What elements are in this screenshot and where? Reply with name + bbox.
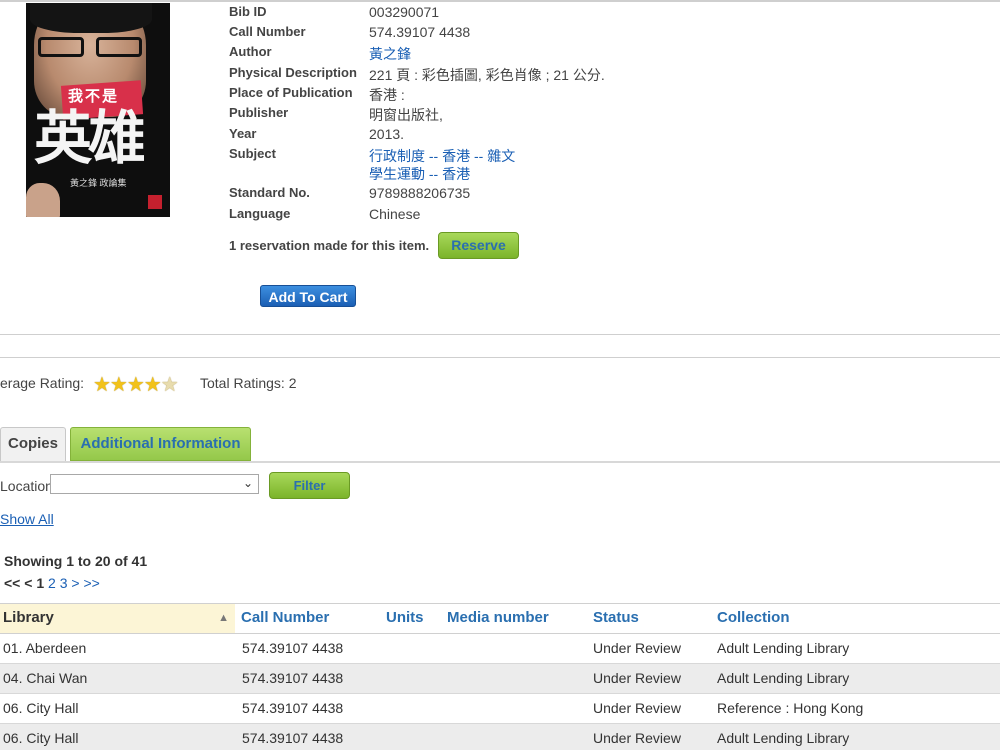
cell-collection: Adult Lending Library — [717, 670, 850, 686]
column-header-library[interactable]: Library ▲ — [0, 604, 235, 633]
results-count: Showing 1 to 20 of 41 — [4, 553, 148, 569]
cell-call-number: 574.39107 4438 — [242, 700, 344, 716]
cell-library: 01. Aberdeen — [3, 640, 87, 656]
field-value: 香港 : — [369, 87, 405, 103]
filter-button[interactable]: Filter — [269, 472, 350, 499]
pager-prev[interactable]: < — [24, 575, 32, 591]
cell-library: 04. Chai Wan — [3, 670, 88, 686]
cell-status: Under Review — [593, 670, 681, 686]
subject-link-1[interactable]: 行政制度 -- 香港 -- 雜文 — [369, 148, 515, 164]
subject-link-2[interactable]: 學生運動 -- 香港 — [369, 166, 470, 182]
field-label: Standard No. — [229, 185, 310, 200]
divider — [0, 334, 1000, 335]
location-label: Location — [0, 478, 53, 494]
field-value: Chinese — [369, 206, 421, 222]
cell-call-number: 574.39107 4438 — [242, 640, 344, 656]
total-ratings-text: Total Ratings: 2 — [200, 375, 297, 391]
pager-page-2[interactable]: 2 — [48, 575, 56, 591]
star-rating-icon: ★★★★★ — [93, 374, 179, 396]
cover-author-line: 黃之鋒 政論集 — [70, 178, 127, 188]
column-header-media-number[interactable]: Media number — [447, 604, 549, 633]
table-row: 06. City Hall 574.39107 4438 Under Revie… — [0, 694, 1000, 724]
chevron-down-icon: ⌄ — [242, 476, 253, 490]
top-divider — [0, 0, 1000, 2]
cell-library: 06. City Hall — [3, 700, 79, 716]
tab-additional-information[interactable]: Additional Information — [70, 427, 251, 461]
cell-status: Under Review — [593, 730, 681, 746]
table-row: 04. Chai Wan 574.39107 4438 Under Review… — [0, 664, 1000, 694]
pager-first[interactable]: << — [4, 575, 20, 591]
add-to-cart-button[interactable]: Add To Cart — [260, 285, 356, 307]
cell-collection: Adult Lending Library — [717, 640, 850, 656]
cell-status: Under Review — [593, 700, 681, 716]
publisher-logo-icon — [148, 195, 162, 209]
cell-call-number: 574.39107 4438 — [242, 730, 344, 746]
field-label: Language — [229, 206, 291, 221]
field-value: 明窗出版社, — [369, 107, 443, 123]
column-header-call-number[interactable]: Call Number — [241, 604, 329, 633]
field-label: Publisher — [229, 105, 289, 120]
cover-hand — [26, 183, 60, 217]
column-header-units[interactable]: Units — [386, 604, 424, 633]
cover-big-title: 英雄 — [34, 104, 146, 172]
reserve-button[interactable]: Reserve — [438, 232, 519, 259]
field-label: Bib ID — [229, 4, 267, 19]
cell-collection: Reference : Hong Kong — [717, 700, 864, 716]
field-value: 2013. — [369, 126, 405, 142]
average-rating-label: erage Rating: — [0, 375, 85, 391]
location-select[interactable]: ⌄ — [50, 474, 259, 494]
field-value: 9789888206735 — [369, 185, 471, 201]
divider — [0, 357, 1000, 358]
column-header-status[interactable]: Status — [593, 604, 639, 633]
tab-copies[interactable]: Copies — [0, 427, 66, 461]
pager-next[interactable]: > — [71, 575, 79, 591]
author-link[interactable]: 黃之鋒 — [369, 46, 411, 62]
cover-small-title: 我不是 — [68, 87, 120, 105]
cover-glasses — [38, 37, 150, 59]
tab-bar-divider — [0, 461, 1000, 463]
sort-icon: ▲ — [218, 612, 229, 624]
field-label: Place of Publication — [229, 85, 353, 100]
pager-page-3[interactable]: 3 — [60, 575, 68, 591]
cell-library: 06. City Hall — [3, 730, 79, 746]
field-value: 221 頁 : 彩色插圖, 彩色肖像 ; 21 公分. — [369, 67, 605, 83]
table-row: 06. City Hall 574.39107 4438 Under Revie… — [0, 724, 1000, 750]
field-label: Author — [229, 44, 272, 59]
field-value: 574.39107 4438 — [369, 24, 471, 40]
reservation-count-text: 1 reservation made for this item. — [229, 238, 430, 253]
column-header-label: Library — [3, 609, 54, 626]
column-header-collection[interactable]: Collection — [717, 604, 790, 633]
field-label: Physical Description — [229, 65, 357, 80]
pager-current: 1 — [36, 575, 45, 591]
field-label: Year — [229, 126, 257, 141]
cell-collection: Adult Lending Library — [717, 730, 850, 746]
pagination: << < 1 2 3 > >> — [4, 575, 100, 591]
field-label: Call Number — [229, 24, 306, 39]
table-row: 01. Aberdeen 574.39107 4438 Under Review… — [0, 634, 1000, 664]
pager-last[interactable]: >> — [83, 575, 99, 591]
cell-call-number: 574.39107 4438 — [242, 670, 344, 686]
cell-status: Under Review — [593, 640, 681, 656]
book-cover-image: 我不是 英雄 黃之鋒 政論集 — [26, 3, 170, 217]
field-label: Subject — [229, 146, 276, 161]
field-value: 003290071 — [369, 4, 440, 20]
show-all-link[interactable]: Show All — [0, 511, 54, 527]
cover-hair — [30, 3, 152, 33]
